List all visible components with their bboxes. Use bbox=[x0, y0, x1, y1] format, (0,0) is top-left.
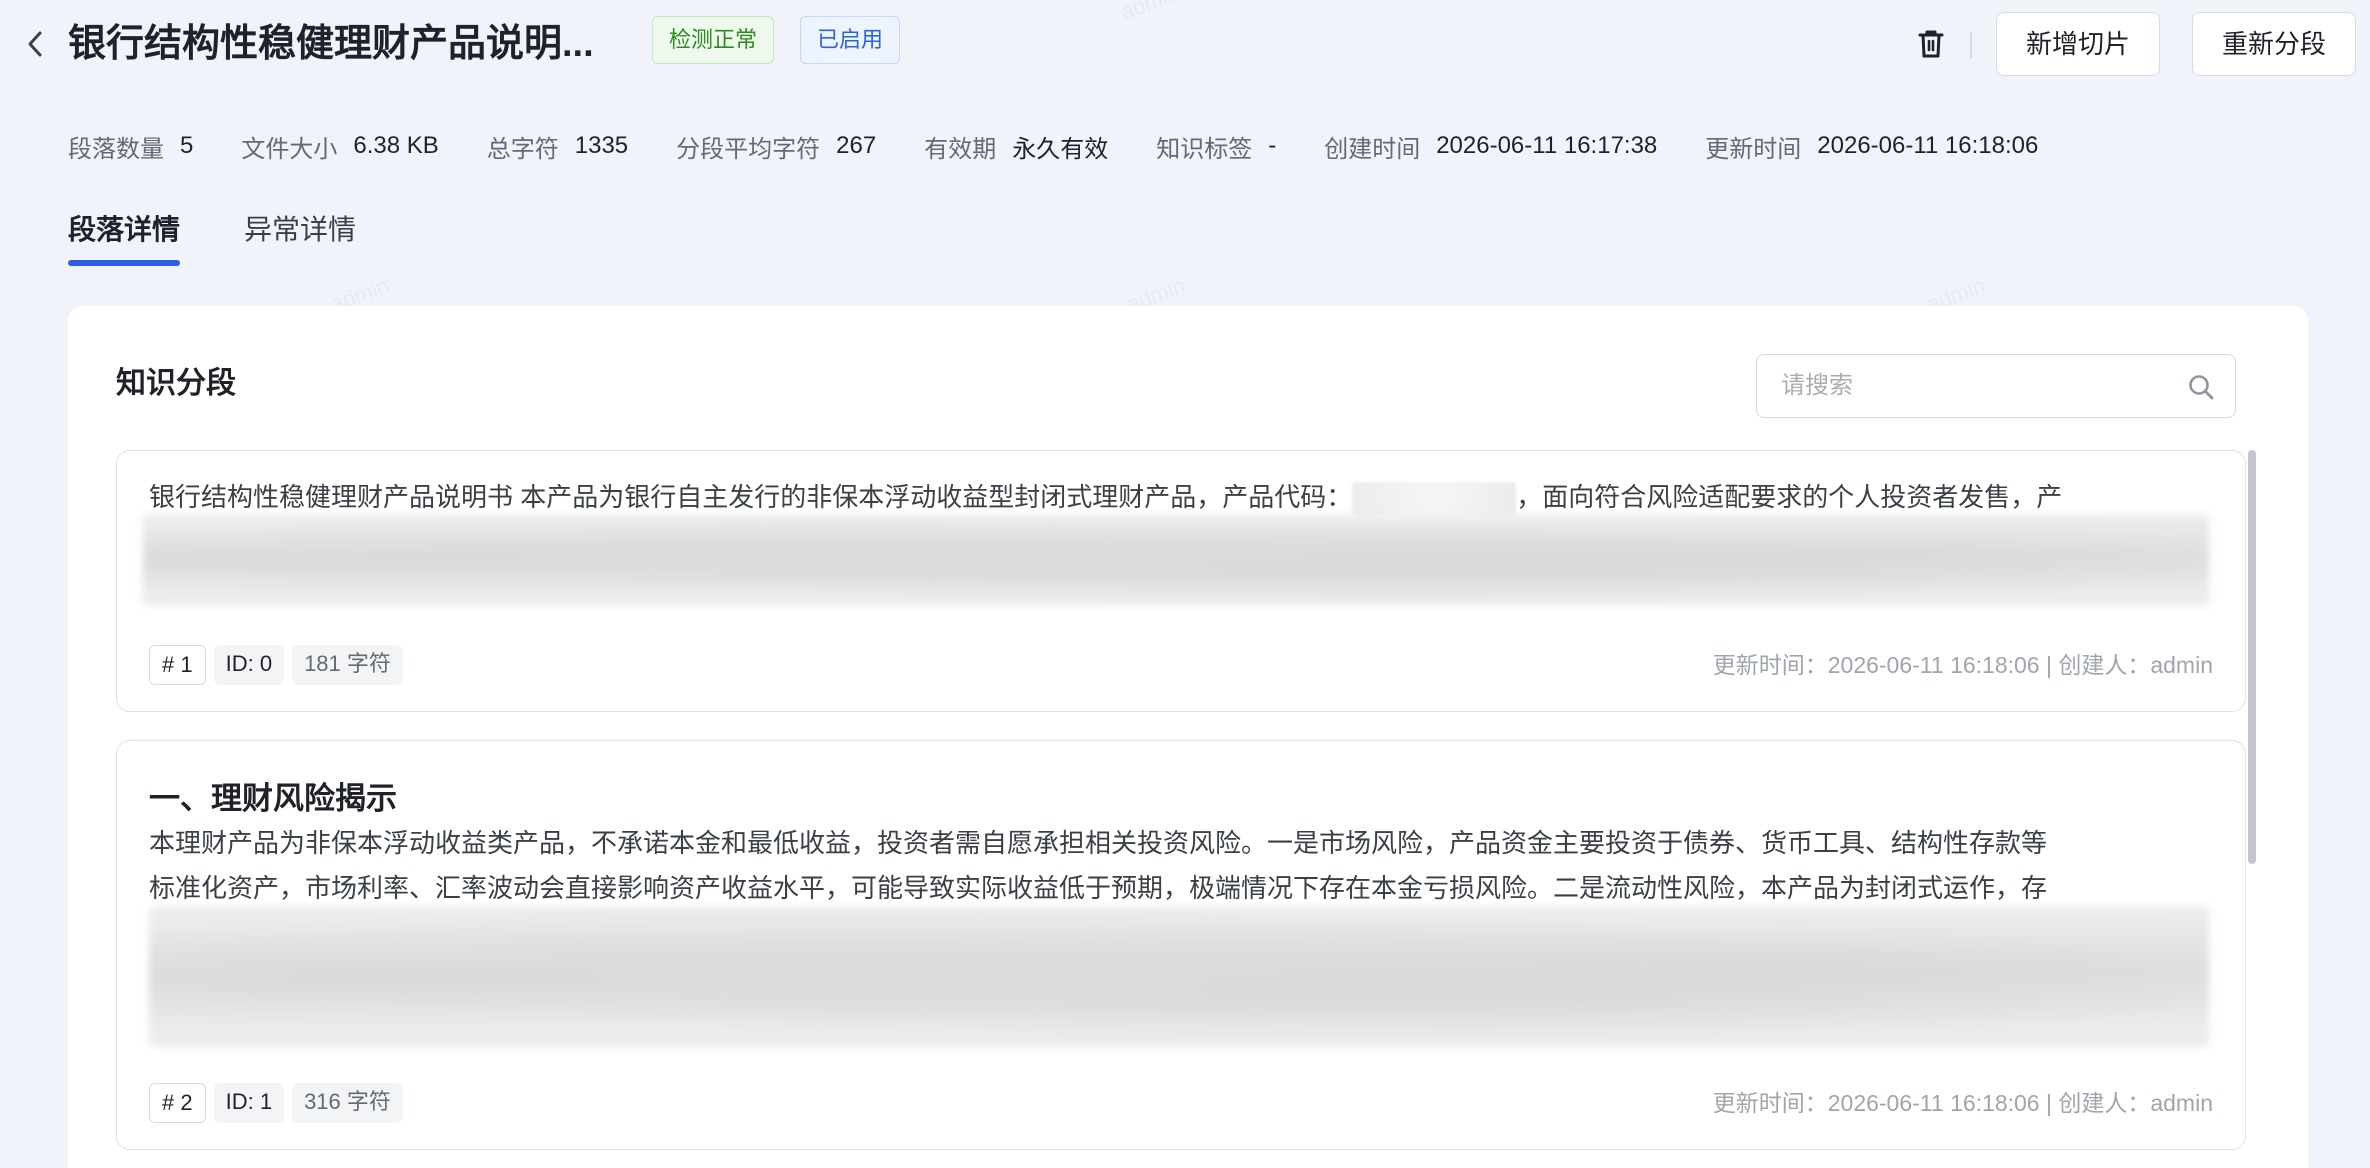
delete-button[interactable] bbox=[1914, 25, 1948, 63]
scrollbar-thumb[interactable] bbox=[2248, 450, 2256, 864]
blurred-content bbox=[149, 907, 2209, 1047]
search-box bbox=[1756, 354, 2236, 418]
resplit-button[interactable]: 重新分段 bbox=[2192, 12, 2356, 76]
meta-tags: 知识标签 - bbox=[1156, 129, 1276, 164]
page-title: 银行结构性稳健理财产品说明... bbox=[68, 23, 594, 65]
meta-label: 创建时间 bbox=[1324, 135, 1421, 163]
meta-value: 2026-06-11 16:17:38 bbox=[1436, 132, 1658, 159]
meta-label: 段落数量 bbox=[68, 135, 164, 163]
card-title: 知识分段 bbox=[116, 367, 236, 400]
segment-update-info: 更新时间：2026-06-11 16:18:06 | 创建人：admin bbox=[1712, 1090, 2213, 1116]
segment-number-tag: # 2 bbox=[149, 1083, 206, 1123]
meta-total-chars: 总字符 1335 bbox=[487, 129, 628, 164]
tab-paragraph-details[interactable]: 段落详情 bbox=[68, 208, 181, 270]
meta-paragraph-count: 段落数量 5 bbox=[68, 129, 193, 164]
segment-footer: # 1 ID: 0 181 字符 更新时间：2026-06-11 16:18:06 … bbox=[149, 645, 2213, 685]
segment-footer: # 2 ID: 1 316 字符 更新时间：2026-06-11 16:18:06 … bbox=[149, 1083, 2213, 1123]
meta-created-at: 创建时间 2026-06-11 16:17:38 bbox=[1324, 129, 1657, 164]
meta-value: 永久有效 bbox=[1012, 135, 1109, 163]
segment-text: 银行结构性稳健理财产品说明书 本产品为银行自主发行的非保本浮动收益型封闭式理财产… bbox=[149, 482, 1353, 512]
segment-char-count-tag: 316 字符 bbox=[292, 1083, 403, 1123]
knowledge-document-page: admin admin admin admin 银行结构性稳健理财产品说明...… bbox=[0, 0, 2370, 1168]
status-badge-check: 检测正常 bbox=[652, 16, 775, 64]
chevron-left-icon bbox=[28, 31, 42, 57]
meta-value: 5 bbox=[180, 132, 194, 159]
meta-label: 有效期 bbox=[924, 135, 997, 163]
meta-value: 1335 bbox=[574, 132, 629, 159]
back-button[interactable] bbox=[20, 26, 50, 62]
segment-text-line: 本理财产品为非保本浮动收益类产品，不承诺本金和最低收益，投资者需自愿承担相关投资… bbox=[149, 828, 2048, 858]
header-divider bbox=[1970, 32, 1972, 58]
meta-value: 267 bbox=[836, 132, 877, 159]
page-header: 银行结构性稳健理财产品说明... 检测正常 已启用 新增切片 重新分段 bbox=[0, 0, 2370, 92]
meta-value: - bbox=[1268, 132, 1277, 159]
meta-label: 分段平均字符 bbox=[676, 135, 821, 163]
segment-card[interactable]: 一、理财风险揭示 本理财产品为非保本浮动收益类产品，不承诺本金和最低收益，投资者… bbox=[116, 740, 2246, 1150]
document-meta: 段落数量 5 文件大小 6.38 KB 总字符 1335 分段平均字符 267 … bbox=[68, 128, 2038, 164]
search-icon[interactable] bbox=[2187, 373, 2215, 401]
meta-value: 2026-06-11 16:18:06 bbox=[1817, 132, 2039, 159]
segment-card[interactable]: 银行结构性稳健理财产品说明书 本产品为银行自主发行的非保本浮动收益型封闭式理财产… bbox=[116, 450, 2246, 712]
add-slice-button[interactable]: 新增切片 bbox=[1996, 12, 2160, 76]
meta-updated-at: 更新时间 2026-06-11 16:18:06 bbox=[1705, 129, 2038, 164]
segment-text: ，面向符合风险适配要求的个人投资者发售，产 bbox=[1516, 482, 2063, 512]
segment-number-tag: # 1 bbox=[149, 645, 206, 685]
meta-value: 6.38 KB bbox=[353, 132, 439, 159]
meta-validity: 有效期 永久有效 bbox=[924, 129, 1108, 164]
blurred-content bbox=[143, 515, 2209, 605]
status-badge-enabled: 已启用 bbox=[800, 16, 901, 64]
segment-char-count-tag: 181 字符 bbox=[292, 645, 403, 685]
segment-id-tag: ID: 0 bbox=[213, 645, 285, 685]
segments-scrollbar[interactable] bbox=[2248, 450, 2256, 1150]
tab-exception-details[interactable]: 异常详情 bbox=[244, 208, 356, 270]
detail-tabs: 段落详情 异常详情 bbox=[68, 208, 420, 270]
meta-label: 知识标签 bbox=[1156, 135, 1253, 163]
segment-text-line: 银行结构性稳健理财产品说明书 本产品为银行自主发行的非保本浮动收益型封闭式理财产… bbox=[149, 475, 2209, 520]
segment-update-info: 更新时间：2026-06-11 16:18:06 | 创建人：admin bbox=[1712, 652, 2213, 678]
meta-label: 总字符 bbox=[486, 135, 559, 163]
meta-file-size: 文件大小 6.38 KB bbox=[241, 129, 438, 164]
knowledge-segments-card: 知识分段 银行结构性稳健理财产品说明书 本产品为银行自主发行的非保本浮动收益型封… bbox=[68, 306, 2308, 1168]
meta-label: 更新时间 bbox=[1705, 135, 1802, 163]
segment-heading: 一、理财风险揭示 bbox=[149, 781, 397, 816]
redacted-text bbox=[1352, 482, 1517, 517]
meta-avg-chars: 分段平均字符 267 bbox=[676, 129, 876, 164]
segment-id-tag: ID: 1 bbox=[213, 1083, 285, 1123]
trash-icon bbox=[1918, 30, 1944, 58]
segment-text-line: 标准化资产，市场利率、汇率波动会直接影响资产收益水平，可能导致实际收益低于预期，… bbox=[149, 873, 2048, 903]
search-input[interactable] bbox=[1781, 355, 2161, 417]
meta-label: 文件大小 bbox=[241, 135, 338, 163]
